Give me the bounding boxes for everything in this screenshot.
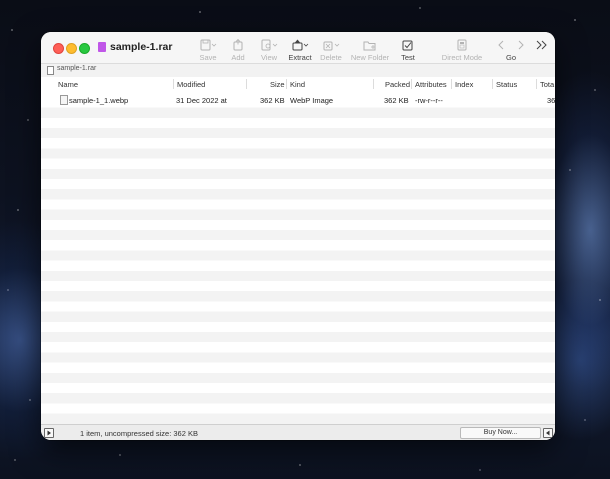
new-folder-label: New Folder <box>350 53 390 62</box>
add-icon <box>233 39 243 51</box>
save-label: Save <box>199 53 217 62</box>
column-status[interactable]: Status <box>496 80 517 89</box>
archive-path-icon <box>47 66 54 75</box>
column-size[interactable]: Size <box>270 80 285 89</box>
column-divider[interactable] <box>492 79 493 89</box>
column-divider[interactable] <box>173 79 174 89</box>
zoom-window-button[interactable] <box>79 43 90 54</box>
toggle-info-button[interactable] <box>543 428 553 438</box>
status-bar: 1 item, uncompressed size: 362 KB Buy No… <box>41 424 555 440</box>
column-modified[interactable]: Modified <box>177 80 205 89</box>
direct-mode-button[interactable]: Direct Mode <box>439 39 485 62</box>
buy-now-button[interactable]: Buy Now... <box>460 427 541 439</box>
window-title: sample-1.rar <box>110 41 173 53</box>
row-packed: 362 KB <box>384 96 409 105</box>
row-attributes: -rw-r--r-- <box>415 96 443 105</box>
webp-file-icon <box>60 95 68 105</box>
row-kind: WebP Image <box>290 96 334 105</box>
add-label: Add <box>231 53 245 62</box>
title-bar[interactable]: sample-1.rar Save Add View Extract Delet… <box>41 32 555 63</box>
close-window-button[interactable] <box>53 43 64 54</box>
column-divider[interactable] <box>246 79 247 89</box>
path-text[interactable]: sample-1.rar <box>57 65 96 72</box>
archive-window: sample-1.rar Save Add View Extract Delet… <box>41 32 555 440</box>
row-name: sample-1_1.webp <box>69 96 129 105</box>
delete-label: Delete <box>320 53 342 62</box>
test-label: Test <box>401 53 415 62</box>
go-label: Go <box>505 53 516 62</box>
column-total[interactable]: Tota <box>540 80 554 89</box>
go-navigation[interactable]: Go <box>489 39 533 62</box>
test-button[interactable]: Test <box>386 39 430 62</box>
minimize-window-button[interactable] <box>66 43 77 54</box>
chevron-double-right-icon <box>536 40 547 50</box>
column-index[interactable]: Index <box>455 80 473 89</box>
direct-mode-label: Direct Mode <box>441 53 483 62</box>
column-divider[interactable] <box>536 79 537 89</box>
test-icon <box>402 40 413 51</box>
column-kind[interactable]: Kind <box>290 80 305 89</box>
column-divider[interactable] <box>286 79 287 89</box>
row-modified: 31 Dec 2022 at <box>176 96 227 105</box>
play-icon <box>47 430 51 436</box>
new-folder-icon <box>363 41 376 51</box>
column-divider[interactable] <box>411 79 412 89</box>
row-size: 362 KB <box>260 96 285 105</box>
extract-icon <box>292 39 309 51</box>
file-list[interactable]: Name Modified Size Kind Packed Attribute… <box>41 77 555 424</box>
path-bar: sample-1.rar <box>41 63 555 78</box>
column-divider[interactable] <box>373 79 374 89</box>
direct-mode-icon <box>457 39 467 51</box>
toolbar-overflow-button[interactable] <box>533 39 551 53</box>
column-name[interactable]: Name <box>58 80 78 89</box>
delete-button[interactable]: Delete <box>309 39 353 62</box>
rar-file-icon <box>98 42 106 52</box>
column-header: Name Modified Size Kind Packed Attribute… <box>41 77 555 93</box>
view-icon <box>261 39 278 51</box>
back-arrow-icon <box>498 40 504 50</box>
delete-icon <box>323 41 340 51</box>
forward-arrow-icon <box>518 40 524 50</box>
table-row[interactable]: sample-1_1.webp 31 Dec 2022 at 362 KB We… <box>41 92 555 107</box>
column-attributes[interactable]: Attributes <box>415 80 447 89</box>
toggle-drawer-button[interactable] <box>44 428 54 438</box>
status-summary: 1 item, uncompressed size: 362 KB <box>80 429 198 438</box>
column-divider[interactable] <box>451 79 452 89</box>
save-icon <box>200 39 217 51</box>
column-packed[interactable]: Packed <box>385 80 410 89</box>
row-total: 36 <box>547 96 555 105</box>
go-icon <box>498 40 524 50</box>
view-label: View <box>260 53 278 62</box>
rewind-icon <box>546 430 550 436</box>
